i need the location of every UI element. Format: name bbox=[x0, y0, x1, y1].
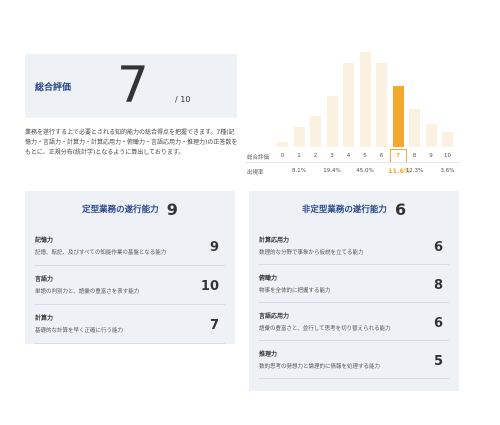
chart-bar-1 bbox=[293, 127, 305, 147]
ability-score: 8 bbox=[433, 278, 443, 293]
chart-rate-label: 12.3% bbox=[405, 168, 424, 174]
ability-name: 俯瞰力 bbox=[259, 275, 278, 282]
chart-rate-label: 19.4% bbox=[323, 168, 341, 174]
chart-rate-label: 8.1% bbox=[292, 168, 306, 174]
ability-item-applied-calculation: 計算応用力 数理的な分野で事象から仮説を立てる能力 6 bbox=[259, 227, 449, 265]
chart-rate-row-label: 出現率 bbox=[247, 170, 264, 176]
ability-desc: 単語の判別力と、語彙の豊富さを表す能力 bbox=[35, 289, 140, 295]
chart-bar-4 bbox=[343, 63, 354, 147]
chart-tick-label: 9 bbox=[429, 153, 433, 159]
overall-score-value: 7 bbox=[117, 56, 149, 114]
chart-bar-6 bbox=[376, 63, 387, 147]
chart-bars bbox=[275, 50, 455, 147]
chart-tick-label: 3 bbox=[330, 153, 334, 159]
ability-score: 6 bbox=[433, 316, 443, 331]
ability-score: 5 bbox=[433, 354, 443, 369]
ability-item-reasoning: 推理力 数的思考の発想力と論理的に情報を処理する能力 5 bbox=[259, 341, 449, 379]
distribution-chart: 出現率 8.1% 19.4% 45.0% 11.6% 12.3% 3.6% 総合評価 01… bbox=[245, 50, 460, 180]
chart-bar-8 bbox=[409, 109, 420, 147]
chart-rate-label: 45.0% bbox=[356, 168, 374, 174]
ability-item-memory: 記憶力 記憶、転記、及びすべての知能作業の基盤となる能力 9 bbox=[35, 227, 225, 266]
chart-tick-label: 5 bbox=[363, 153, 367, 159]
overall-score-max: / 10 bbox=[175, 95, 191, 104]
nonroutine-ability-title: 非定型業務の遂行能力 bbox=[301, 205, 387, 215]
ability-name: 計算力 bbox=[35, 315, 54, 322]
ability-item-overview: 俯瞰力 物事を全体的に把握する能力 8 bbox=[259, 265, 449, 303]
ability-item-language: 言語力 単語の判別力と、語彙の豊富さを表す能力 10 bbox=[35, 266, 225, 305]
chart-score-row: 総合評価 0 1 2 3 4 5 6 7 8 9 10 bbox=[245, 149, 460, 163]
nonroutine-ability-header: 非定型業務の遂行能力 6 bbox=[259, 191, 449, 227]
chart-bar-5 bbox=[359, 52, 371, 147]
chart-tick-label: 1 bbox=[297, 153, 301, 159]
ability-name: 推理力 bbox=[259, 351, 278, 358]
overall-score-label: 総合評価 bbox=[35, 83, 72, 93]
ability-score: 9 bbox=[209, 240, 219, 255]
chart-bar-3 bbox=[326, 96, 338, 147]
routine-ability-title: 定型業務の遂行能力 bbox=[82, 205, 159, 215]
ability-desc: 基礎的な計算を早く正確に行う能力 bbox=[35, 328, 124, 334]
chart-bar-10 bbox=[442, 132, 453, 147]
ability-score: 6 bbox=[433, 240, 443, 255]
ability-desc: 記憶、転記、及びすべての知能作業の基盤となる能力 bbox=[35, 250, 167, 256]
chart-tick-label: 7 bbox=[396, 153, 400, 159]
chart-bar-7 bbox=[392, 86, 404, 147]
chart-tick-label: 4 bbox=[346, 153, 351, 159]
ability-score: 10 bbox=[200, 279, 219, 294]
ability-desc: 数理的な分野で事象から仮説を立てる能力 bbox=[259, 250, 364, 256]
chart-rate-row: 出現率 8.1% 19.4% 45.0% 11.6% 12.3% 3.6% bbox=[245, 164, 460, 178]
ability-desc: 数的思考の発想力と論理的に情報を処理する能力 bbox=[259, 364, 381, 370]
chart-bar-0 bbox=[277, 142, 288, 147]
routine-ability-panel: 定型業務の遂行能力 9 記憶力 記憶、転記、及びすべての知能作業の基盤となる能力… bbox=[25, 191, 235, 344]
chart-tick-label: 10 bbox=[444, 153, 451, 159]
nonroutine-ability-score: 6 bbox=[394, 199, 407, 219]
chart-tick-label: 2 bbox=[313, 153, 318, 159]
ability-name: 言語応用力 bbox=[259, 313, 290, 320]
chart-tick-label: 8 bbox=[412, 153, 417, 159]
chart-tick-label: 0 bbox=[280, 153, 285, 159]
chart-bar-9 bbox=[425, 124, 437, 147]
nonroutine-ability-panel: 非定型業務の遂行能力 6 計算応用力 数理的な分野で事象から仮説を立てる能力 6… bbox=[249, 191, 459, 391]
ability-desc: 語彙の豊富さと、並行して思考を切り替えられる能力 bbox=[259, 326, 391, 332]
chart-tick-label: 6 bbox=[379, 153, 384, 159]
ability-score: 7 bbox=[209, 318, 219, 333]
ability-name: 言語力 bbox=[35, 276, 54, 283]
chart-bar-2 bbox=[310, 116, 321, 147]
ability-name: 計算応用力 bbox=[259, 237, 290, 244]
chart-score-row-label: 総合評価 bbox=[247, 155, 270, 161]
routine-ability-header: 定型業務の遂行能力 9 bbox=[35, 191, 225, 227]
ability-item-applied-language: 言語応用力 語彙の豊富さと、並行して思考を切り替えられる能力 6 bbox=[259, 303, 449, 341]
routine-ability-score: 9 bbox=[166, 199, 178, 219]
chart-rate-label: 3.6% bbox=[440, 168, 455, 174]
ability-name: 記憶力 bbox=[35, 237, 54, 244]
ability-item-calculation: 計算力 基礎的な計算を早く正確に行う能力 7 bbox=[35, 305, 225, 344]
overall-description: 業務を遂行する上で必要とされる知的能力の総合得点を把握できます。7種(記憶力・言… bbox=[25, 129, 238, 156]
overall-score-card: 総合評価 7 / 10 bbox=[25, 54, 237, 118]
ability-desc: 物事を全体的に把握する能力 bbox=[259, 288, 331, 294]
